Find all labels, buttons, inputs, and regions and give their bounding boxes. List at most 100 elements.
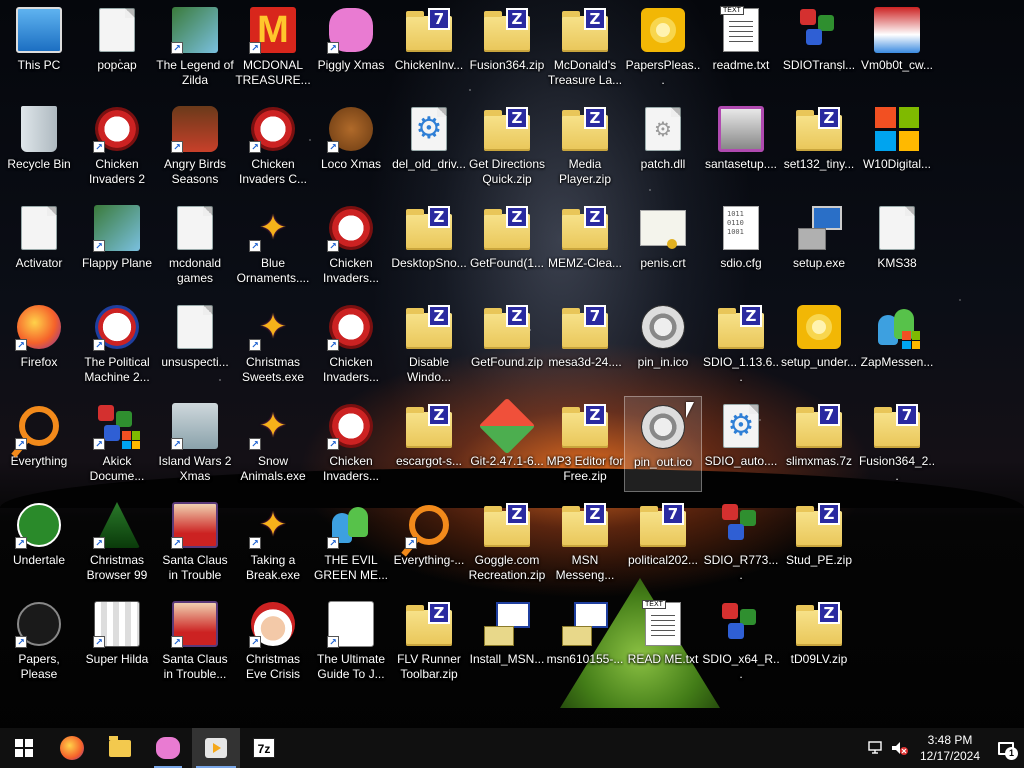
desktop-icon[interactable]: ↗ Everything xyxy=(0,396,78,492)
desktop-icon[interactable]: PapersPleas... xyxy=(624,0,702,96)
desktop-icon[interactable]: Z Media Player.zip xyxy=(546,99,624,195)
icon-glyph: ↗ xyxy=(327,105,375,153)
desktop-icon[interactable]: Z GetFound(1... xyxy=(468,198,546,294)
desktop-icon[interactable]: ✦ ↗ Christmas Sweets.exe xyxy=(234,297,312,393)
desktop-icon[interactable]: ↗ Chicken Invaders... xyxy=(312,297,390,393)
desktop-icon[interactable]: KMS38 xyxy=(858,198,936,294)
desktop-icon[interactable]: Z Goggle.com Recreation.zip xyxy=(468,495,546,591)
desktop-icon[interactable]: ⚙ del_old_driv... xyxy=(390,99,468,195)
desktop-icon[interactable]: 7 political202... xyxy=(624,495,702,591)
desktop-icon[interactable]: ⚙ SDIO_auto.... xyxy=(702,396,780,492)
desktop-icon[interactable]: Vm0b0t_cw... xyxy=(858,0,936,96)
desktop-icon[interactable]: ↗ The Political Machine 2... xyxy=(78,297,156,393)
desktop-icon[interactable]: setup_under... xyxy=(780,297,858,393)
shortcut-arrow-icon: ↗ xyxy=(93,141,105,153)
desktop-icon[interactable]: 7 mesa3d-24.... xyxy=(546,297,624,393)
desktop-icon[interactable]: ↗ Island Wars 2 Xmas xyxy=(156,396,234,492)
desktop-icon[interactable]: SDIO_x64_R... xyxy=(702,594,780,690)
desktop-icon[interactable]: ✦ ↗ Snow Animals.exe xyxy=(234,396,312,492)
desktop-icon[interactable]: ↗ Santa Claus in Trouble xyxy=(156,495,234,591)
desktop-icon[interactable]: Z MP3 Editor for Free.zip xyxy=(546,396,624,492)
desktop-icon[interactable]: ↗ Akick Docume... xyxy=(78,396,156,492)
desktop-icon[interactable]: Z Disable Windo... xyxy=(390,297,468,393)
desktop-icon[interactable]: Z GetFound.zip xyxy=(468,297,546,393)
desktop-icon[interactable]: ↗ Flappy Plane xyxy=(78,198,156,294)
desktop-icon[interactable]: ✦ ↗ Taking a Break.exe xyxy=(234,495,312,591)
desktop-icon[interactable]: Z MEMZ-Clea... xyxy=(546,198,624,294)
desktop-icon[interactable]: ↗ Christmas Browser 99 xyxy=(78,495,156,591)
desktop-icon[interactable]: mcdonald games xyxy=(156,198,234,294)
desktop-icon[interactable]: Z MSN Messeng... xyxy=(546,495,624,591)
desktop-icon[interactable]: W10Digital... xyxy=(858,99,936,195)
desktop-icon[interactable]: ZapMessen... xyxy=(858,297,936,393)
file-explorer-taskbar-button[interactable] xyxy=(96,728,144,768)
desktop-icon[interactable]: Z McDonald's Treasure La... xyxy=(546,0,624,96)
media-player-taskbar-button[interactable] xyxy=(192,728,240,768)
desktop-icon[interactable]: Z FLV Runner Toolbar.zip xyxy=(390,594,468,690)
desktop-icon[interactable]: Z Stud_PE.zip xyxy=(780,495,858,591)
desktop-icon[interactable]: ↗ The Ultimate Guide To J... xyxy=(312,594,390,690)
desktop-icon[interactable]: ⚙ patch.dll xyxy=(624,99,702,195)
desktop-icon[interactable]: penis.crt xyxy=(624,198,702,294)
desktop-icon-label: del_old_driv... xyxy=(392,157,466,171)
desktop-icon[interactable]: ↗ Papers, Please xyxy=(0,594,78,690)
desktop-icon[interactable]: ZtD09LV.zip xyxy=(780,594,858,690)
desktop-icon[interactable]: msn610155-... xyxy=(546,594,624,690)
desktop-icon[interactable]: ↗ Chicken Invaders... xyxy=(312,396,390,492)
desktop-icon[interactable]: 7 slimxmas.7z xyxy=(780,396,858,492)
santa-hat-icon xyxy=(874,7,920,53)
desktop-icon[interactable]: Z Fusion364.zip xyxy=(468,0,546,96)
desktop-icon[interactable]: ↗ Undertale xyxy=(0,495,78,591)
taskbar-clock[interactable]: 3:48 PM 12/17/2024 xyxy=(912,732,988,764)
desktop-icon[interactable]: TEXT READ ME.txt xyxy=(624,594,702,690)
desktop-icon[interactable]: Z SDIO_1.13.6... xyxy=(702,297,780,393)
desktop-icon[interactable]: 1011 0110 1001 sdio.cfg xyxy=(702,198,780,294)
desktop-icon[interactable]: TEXT readme.txt xyxy=(702,0,780,96)
desktop-icon[interactable]: ↗ Chicken Invaders C... xyxy=(234,99,312,195)
volume-muted-icon[interactable] xyxy=(888,728,912,768)
desktop-icon[interactable]: Zset132_tiny... xyxy=(780,99,858,195)
desktop-icon[interactable]: ↗ Loco Xmas xyxy=(312,99,390,195)
desktop-icon[interactable]: Zescargot-s... xyxy=(390,396,468,492)
desktop-icon[interactable]: ↗ Christmas Eve Crisis xyxy=(234,594,312,690)
desktop-icon[interactable]: ↗ Chicken Invaders... xyxy=(312,198,390,294)
desktop-icon[interactable]: Install_MSN... xyxy=(468,594,546,690)
desktop-icon-label: Get Directions Quick.zip xyxy=(468,157,546,186)
desktop-icon[interactable]: Z Get Directions Quick.zip xyxy=(468,99,546,195)
desktop-icon[interactable]: ↗ Piggly Xmas xyxy=(312,0,390,96)
desktop-icon[interactable]: SDIO_R773.... xyxy=(702,495,780,591)
piggly-taskbar-button[interactable] xyxy=(144,728,192,768)
desktop-icon[interactable]: ↗ The Legend of Zilda xyxy=(156,0,234,96)
desktop-icon[interactable]: ✦ ↗ Blue Ornaments.... xyxy=(234,198,312,294)
action-center-button[interactable]: 1 xyxy=(988,728,1024,768)
desktop-icon[interactable]: ↗ THE EVIL GREEN ME... xyxy=(312,495,390,591)
desktop-icon[interactable]: Recycle Bin xyxy=(0,99,78,195)
desktop-icon[interactable]: This PC xyxy=(0,0,78,96)
desktop-icon[interactable]: 7 ChickenInv... xyxy=(390,0,468,96)
desktop-icon[interactable]: unsuspecti... xyxy=(156,297,234,393)
desktop[interactable]: This PC popcap ↗ The Legend of Zilda M ↗ MCDON… xyxy=(0,0,1024,720)
desktop-icon[interactable]: pin_in.ico xyxy=(624,297,702,393)
desktop-icon[interactable]: ↗ Santa Claus in Trouble... A... xyxy=(156,594,234,690)
desktop-icon[interactable]: popcap xyxy=(78,0,156,96)
desktop-icon[interactable]: Git-2.47.1-6... xyxy=(468,396,546,492)
firefox-taskbar-button[interactable] xyxy=(48,728,96,768)
desktop-icon[interactable]: santasetup.... xyxy=(702,99,780,195)
desktop-icon[interactable]: M ↗ MCDONAL TREASURE... xyxy=(234,0,312,96)
desktop-icon[interactable]: setup.exe xyxy=(780,198,858,294)
7zip-taskbar-button[interactable]: 7z xyxy=(240,728,288,768)
network-icon[interactable] xyxy=(864,728,888,768)
desktop-icon[interactable]: ↗ Super Hilda xyxy=(78,594,156,690)
dice-app-icon xyxy=(718,601,764,647)
desktop-icon-label: setup_under... xyxy=(780,355,858,369)
desktop-icon[interactable]: SDIOTransl... xyxy=(780,0,858,96)
desktop-icon[interactable]: ↗ Firefox xyxy=(0,297,78,393)
desktop-icon[interactable]: 7 Fusion364_2... xyxy=(858,396,936,492)
desktop-icon[interactable]: Z DesktopSno... xyxy=(390,198,468,294)
desktop-icon[interactable]: ↗ Chicken Invaders 2 xyxy=(78,99,156,195)
desktop-icon-label: Vm0b0t_cw... xyxy=(860,58,934,72)
desktop-icon[interactable]: Activator xyxy=(0,198,78,294)
desktop-icon[interactable]: ↗ Angry Birds Seasons xyxy=(156,99,234,195)
start-button[interactable] xyxy=(0,728,48,768)
desktop-icon[interactable]: ↗ Everything-... xyxy=(390,495,468,591)
